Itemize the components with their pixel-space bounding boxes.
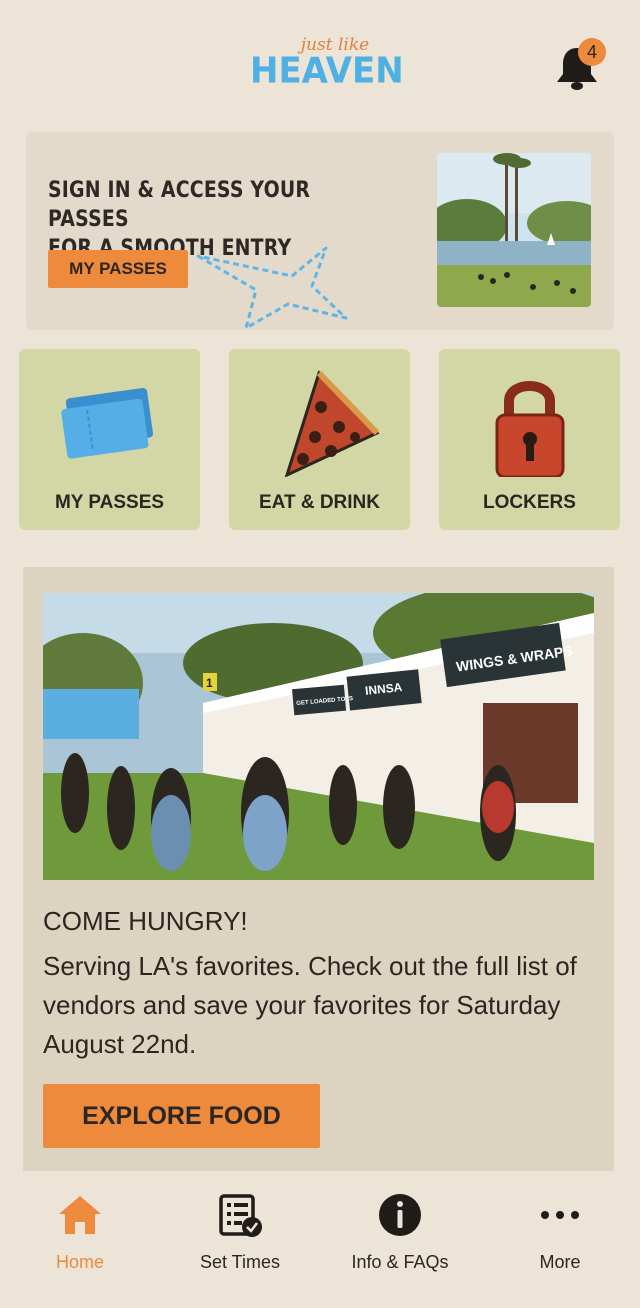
explore-food-button[interactable]: EXPLORE FOOD (43, 1084, 320, 1148)
my-passes-promo-button[interactable]: MY PASSES (48, 250, 188, 288)
tile-my-passes[interactable]: MY PASSES (19, 349, 200, 530)
app-header: just like HEAVEN 4 (0, 0, 640, 120)
notification-count-badge: 4 (578, 38, 606, 66)
more-icon (541, 1211, 579, 1219)
info-icon (379, 1194, 421, 1236)
ticket-icon (61, 387, 153, 459)
feature-description: Serving LA's favorites. Check out the fu… (43, 951, 577, 1059)
food-feature-card: 1 WINGS & WRAPS INNSA GET LOADED TOTS CO… (23, 567, 614, 1171)
photo-marker: 1 (206, 676, 213, 690)
tile-lockers[interactable]: LOCKERS (439, 349, 620, 530)
tile-label: EAT & DRINK (258, 492, 381, 513)
home-icon (59, 1196, 101, 1234)
tab-set-times[interactable]: Set Times (160, 1190, 320, 1280)
festival-logo: just like HEAVEN (250, 36, 404, 98)
pizza-icon (284, 370, 380, 477)
star-doodle-icon (196, 246, 348, 330)
tab-home[interactable]: Home (0, 1190, 160, 1280)
tab-label: Set Times (199, 1252, 281, 1272)
tab-label: Home (55, 1252, 104, 1272)
park-fountain-photo (437, 153, 591, 307)
padlock-icon (495, 381, 565, 477)
tile-eat-drink[interactable]: EAT & DRINK (229, 349, 410, 530)
sign-in-promo-banner: SIGN IN & ACCESS YOUR PASSES FOR A SMOOT… (26, 132, 614, 330)
feature-title: COME HUNGRY! (43, 906, 248, 936)
food-vendors-photo: 1 WINGS & WRAPS INNSA GET LOADED TOTS (43, 593, 594, 880)
tile-label: MY PASSES (54, 492, 165, 513)
schedule-icon (219, 1194, 262, 1237)
tab-label: More (539, 1252, 581, 1272)
promo-title-line1: SIGN IN & ACCESS YOUR PASSES (48, 178, 311, 232)
logo-wordmark: HEAVEN (250, 50, 404, 92)
tab-more[interactable]: More (480, 1190, 640, 1280)
tile-label: LOCKERS (483, 492, 576, 513)
tab-label: Info & FAQs (351, 1252, 449, 1272)
tab-info-faqs[interactable]: Info & FAQs (320, 1190, 480, 1280)
bottom-tab-bar: Home Set Times Info & FAQs More (0, 1180, 640, 1308)
